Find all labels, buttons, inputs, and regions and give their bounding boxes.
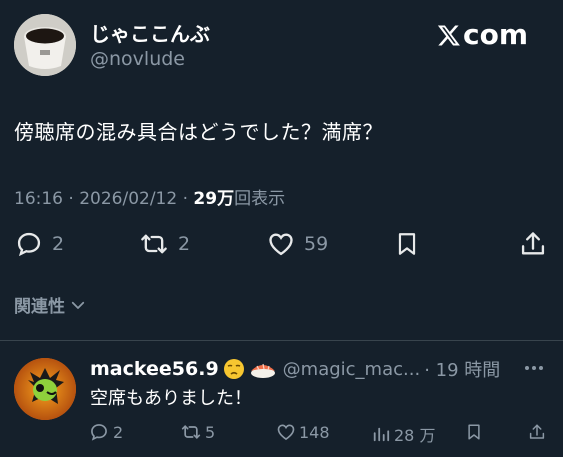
chevron-down-icon — [71, 301, 85, 309]
share-icon — [521, 232, 545, 255]
divider — [0, 340, 563, 341]
reply-like-button[interactable]: 148 — [276, 422, 330, 442]
retweet-button[interactable]: 2 — [138, 230, 190, 258]
reply-views-button[interactable]: 28 万 — [372, 422, 435, 446]
view-count: 29万 — [193, 189, 235, 209]
more-icon — [525, 366, 543, 370]
retweet-count: 2 — [178, 233, 191, 255]
reply-author-avatar[interactable] — [14, 358, 76, 420]
retweet-icon — [181, 425, 201, 439]
unamused-face-emoji-icon — [223, 359, 244, 379]
reply-icon — [17, 232, 41, 257]
reply-text: 空席もありました！ — [90, 388, 252, 409]
share-button[interactable] — [519, 229, 547, 259]
reply-share-button[interactable] — [528, 422, 546, 442]
reply-bookmark-button[interactable] — [465, 422, 483, 442]
reply-retweet-button[interactable]: 5 — [180, 422, 215, 442]
sushi-emoji-icon — [250, 363, 275, 378]
reply-timestamp[interactable]: · 19 時間 — [424, 356, 500, 382]
reply-display-name[interactable]: mackee56.9 — [90, 358, 219, 380]
reply-like-count: 148 — [299, 422, 330, 442]
like-button[interactable]: 59 — [266, 230, 328, 258]
share-icon — [529, 424, 545, 439]
views-icon — [373, 427, 390, 442]
like-icon — [277, 424, 295, 441]
bookmark-button[interactable] — [394, 230, 420, 258]
site-logo: com — [436, 18, 528, 51]
view-count-label: 回表示 — [234, 189, 286, 209]
reply-retweet-count: 5 — [205, 422, 216, 442]
tweet-text: 傍聴席の混み具合はどうでした？満席？ — [14, 120, 383, 144]
author-handle[interactable]: @novlude — [90, 48, 185, 70]
reply-views-count: 28 万 — [394, 426, 436, 445]
more-options-button[interactable] — [522, 358, 546, 382]
bookmark-icon — [398, 233, 416, 255]
like-count: 59 — [304, 233, 329, 255]
x-logo-icon — [437, 25, 460, 45]
like-icon — [269, 233, 293, 256]
sort-relevance-dropdown[interactable]: 関連性 — [14, 292, 87, 317]
reply-header: mackee56.9 @magic_mac... · 19 時間 — [90, 356, 500, 382]
reply-button[interactable]: 2 — [14, 230, 64, 258]
reply-reply-count: 2 — [113, 422, 124, 442]
reply-count: 2 — [52, 233, 65, 255]
author-avatar[interactable] — [14, 14, 76, 76]
author-display-name[interactable]: じゃここんぶ — [90, 18, 210, 47]
tweet-timestamp[interactable]: 16:16 · 2026/02/12 · — [14, 189, 193, 209]
retweet-icon — [141, 234, 167, 254]
site-logo-text: com — [463, 18, 529, 51]
reply-icon — [91, 424, 107, 441]
reply-reply-button[interactable]: 2 — [89, 422, 123, 442]
sort-label: 関連性 — [14, 297, 65, 317]
tweet-meta: 16:16 · 2026/02/12 · 29万回表示 — [14, 184, 285, 209]
reply-handle[interactable]: @magic_mac... — [283, 359, 421, 380]
bookmark-icon — [468, 424, 480, 440]
